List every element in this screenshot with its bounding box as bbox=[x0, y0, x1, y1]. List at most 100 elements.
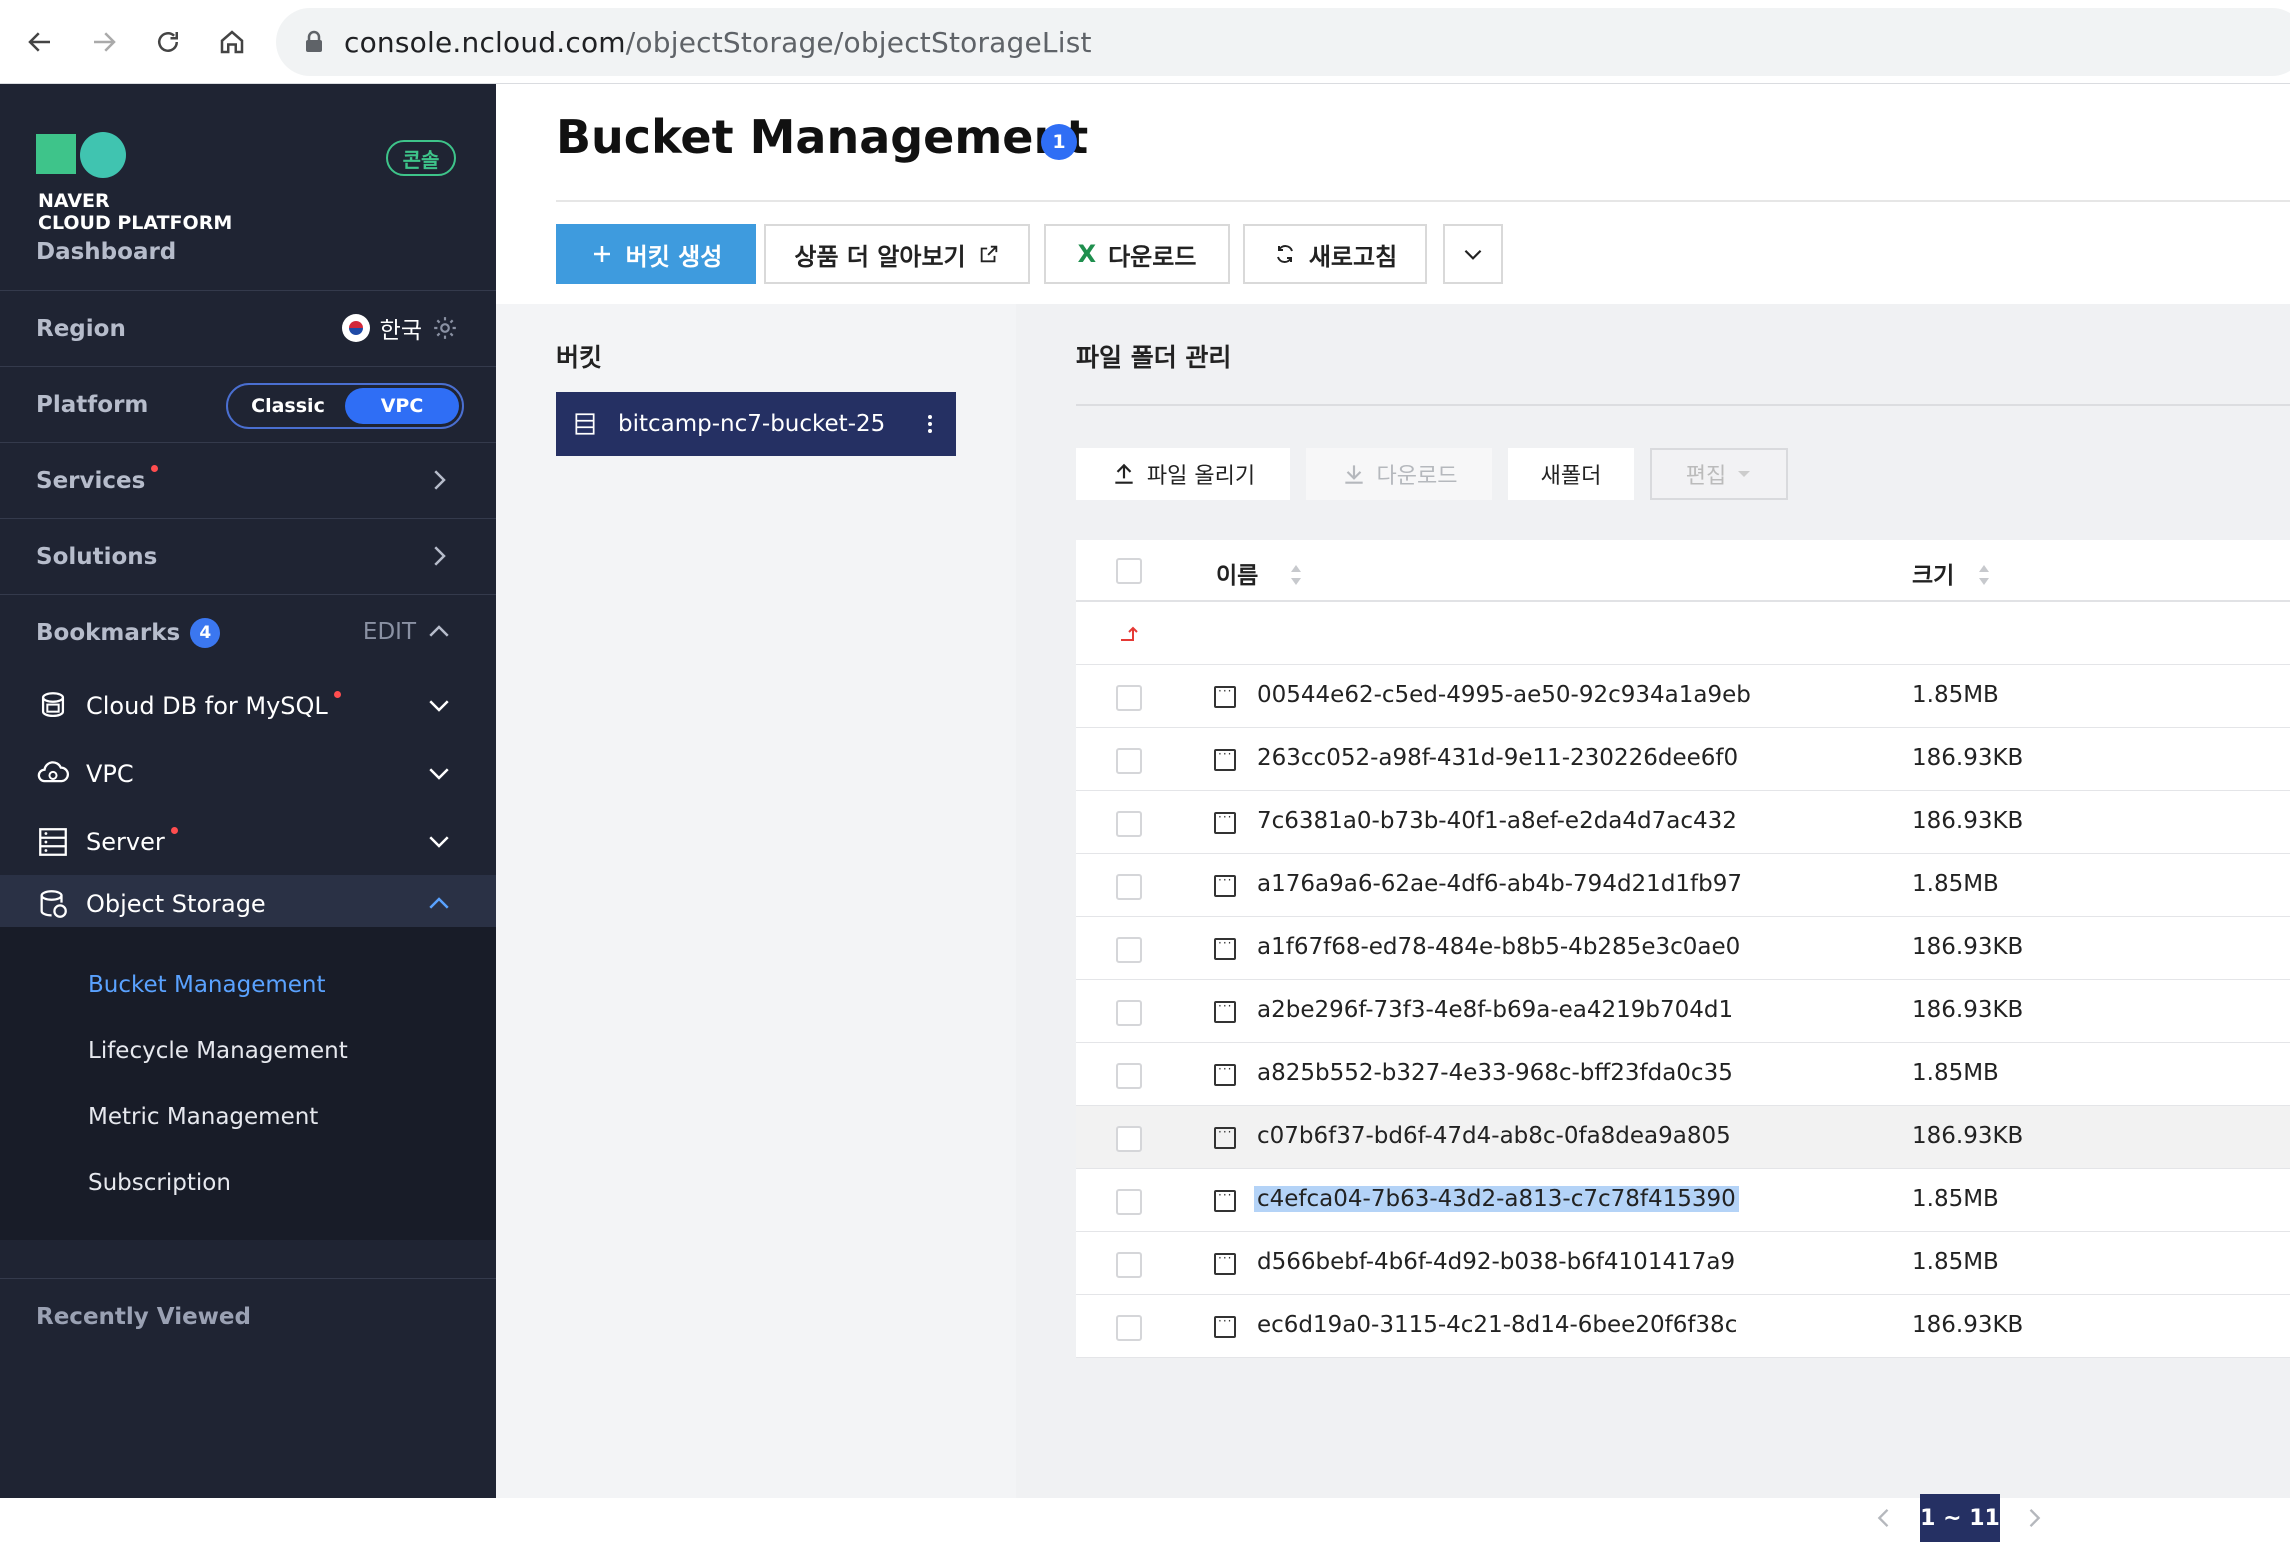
platform-toggle[interactable]: Classic VPC bbox=[226, 383, 464, 429]
file-name[interactable]: a825b552-b327-4e33-968c-bff23fda0c35 bbox=[1254, 1060, 1736, 1086]
refresh-icon bbox=[1276, 245, 1293, 263]
sort-icon[interactable] bbox=[1288, 562, 1304, 588]
refresh-button[interactable]: 새로고침 bbox=[1243, 224, 1427, 284]
kebab-menu-icon[interactable] bbox=[926, 412, 934, 436]
file-name[interactable]: ec6d19a0-3115-4c21-8d14-6bee20f6f38c bbox=[1254, 1312, 1740, 1338]
url-text: console.ncloud.com/objectStorage/objectS… bbox=[344, 26, 1092, 59]
file-name[interactable]: 263cc052-a98f-431d-9e11-230226dee6f0 bbox=[1254, 745, 1741, 771]
file-size: 186.93KB bbox=[1912, 934, 2024, 960]
bookmarks-edit-link[interactable]: EDIT bbox=[363, 619, 416, 645]
row-checkbox[interactable] bbox=[1116, 811, 1142, 837]
upload-file-button[interactable]: 파일 올리기 bbox=[1076, 448, 1290, 500]
sidebar-item-solutions[interactable]: Solutions bbox=[0, 518, 496, 594]
logo-text-naver: NAVER bbox=[38, 190, 110, 212]
platform-option-classic[interactable]: Classic bbox=[231, 388, 345, 424]
file-icon bbox=[1214, 1125, 1236, 1149]
bookmark-label: Object Storage bbox=[86, 890, 266, 918]
learn-more-button[interactable]: 상품 더 알아보기 bbox=[764, 224, 1030, 284]
chevron-up-icon[interactable] bbox=[424, 617, 454, 647]
file-icon bbox=[1214, 810, 1236, 834]
sidebar-item-bookmarks[interactable]: Bookmarks 4 EDIT bbox=[0, 594, 496, 670]
bookmark-item-server[interactable]: Server bbox=[0, 808, 496, 876]
sort-icon[interactable] bbox=[1976, 562, 1992, 588]
region-selector[interactable]: 한국 bbox=[341, 311, 458, 345]
bookmark-item-vpc[interactable]: VPC bbox=[0, 740, 496, 808]
table-row[interactable]: a1f67f68-ed78-484e-b8b5-4b285e3c0ae0 186.… bbox=[1076, 917, 2290, 980]
select-all-checkbox[interactable] bbox=[1116, 558, 1142, 584]
bookmark-item-cloud-db-mysql[interactable]: Cloud DB for MySQL bbox=[0, 672, 496, 740]
table-row[interactable]: c4efca04-7b63-43d2-a813-c7c78f415390 1.85… bbox=[1076, 1169, 2290, 1232]
bookmarks-count-badge: 4 bbox=[190, 617, 221, 648]
table-row[interactable]: ec6d19a0-3115-4c21-8d14-6bee20f6f38c 186.… bbox=[1076, 1295, 2290, 1358]
chevron-up-icon bbox=[429, 897, 449, 909]
submenu-metric-management[interactable]: Metric Management bbox=[88, 1104, 318, 1130]
table-row[interactable]: 00544e62-c5ed-4995-ae50-92c934a1a9eb 1.85… bbox=[1076, 665, 2290, 728]
submenu-lifecycle-management[interactable]: Lifecycle Management bbox=[88, 1038, 348, 1064]
edit-dropdown-button[interactable]: 편집 bbox=[1650, 448, 1788, 500]
home-button[interactable] bbox=[208, 18, 256, 66]
table-row[interactable]: d566bebf-4b6f-4d92-b038-b6f4101417a9 1.85… bbox=[1076, 1232, 2290, 1295]
row-checkbox[interactable] bbox=[1116, 1189, 1142, 1215]
back-button[interactable] bbox=[16, 18, 64, 66]
table-row[interactable]: a2be296f-73f3-4e8f-b69a-ea4219b704d1 186.… bbox=[1076, 980, 2290, 1043]
prev-page-icon[interactable] bbox=[1870, 1504, 1898, 1532]
more-options-button[interactable] bbox=[1443, 224, 1503, 284]
file-name[interactable]: c07b6f37-bd6f-47d4-ab8c-0fa8dea9a805 bbox=[1254, 1123, 1734, 1149]
reload-button[interactable] bbox=[144, 18, 192, 66]
bucket-panel: 버킷 bitcamp-nc7-bucket-25 bbox=[496, 304, 1016, 1498]
row-checkbox[interactable] bbox=[1116, 1126, 1142, 1152]
caret-down-icon bbox=[1738, 471, 1751, 477]
server-icon bbox=[39, 828, 67, 856]
row-checkbox[interactable] bbox=[1116, 748, 1142, 774]
bookmark-label: VPC bbox=[86, 760, 134, 788]
parent-folder-row[interactable] bbox=[1076, 602, 2290, 665]
file-name[interactable]: a1f67f68-ed78-484e-b8b5-4b285e3c0ae0 bbox=[1254, 934, 1743, 960]
file-name[interactable]: a2be296f-73f3-4e8f-b69a-ea4219b704d1 bbox=[1254, 997, 1736, 1023]
submenu-subscription[interactable]: Subscription bbox=[88, 1170, 231, 1196]
platform-option-vpc[interactable]: VPC bbox=[345, 388, 459, 424]
bucket-list-item[interactable]: bitcamp-nc7-bucket-25 bbox=[556, 392, 956, 456]
bookmark-item-object-storage[interactable]: Object Storage bbox=[0, 875, 496, 933]
table-row[interactable]: 263cc052-a98f-431d-9e11-230226dee6f0 186.… bbox=[1076, 728, 2290, 791]
sidebar-item-recently-viewed[interactable]: Recently Viewed bbox=[0, 1278, 496, 1354]
file-size: 186.93KB bbox=[1912, 745, 2024, 771]
table-row[interactable]: a825b552-b327-4e33-968c-bff23fda0c35 1.85… bbox=[1076, 1043, 2290, 1106]
table-row[interactable]: 7c6381a0-b73b-40f1-a8ef-e2da4d7ac432 186.… bbox=[1076, 791, 2290, 854]
column-header-name[interactable]: 이름 bbox=[1216, 556, 1258, 590]
file-name[interactable]: 7c6381a0-b73b-40f1-a8ef-e2da4d7ac432 bbox=[1254, 808, 1740, 834]
sidebar: NAVER CLOUD PLATFORM 콘솔 Dashboard Region… bbox=[0, 84, 496, 1498]
table-row[interactable]: c07b6f37-bd6f-47d4-ab8c-0fa8dea9a805 186.… bbox=[1076, 1106, 2290, 1169]
file-name[interactable]: c4efca04-7b63-43d2-a813-c7c78f415390 bbox=[1254, 1186, 1739, 1212]
download-file-button[interactable]: 다운로드 bbox=[1306, 448, 1492, 500]
create-bucket-label: 버킷 생성 bbox=[625, 242, 723, 271]
file-panel: 파일 폴더 관리 파일 올리기 다운로드 새폴더 편집 이름 크기 ··· 00… bbox=[1016, 304, 2290, 1542]
table-row[interactable]: a176a9a6-62ae-4df6-ab4b-794d21d1fb97 1.85… bbox=[1076, 854, 2290, 917]
row-checkbox[interactable] bbox=[1116, 685, 1142, 711]
new-folder-button[interactable]: 새폴더 bbox=[1508, 448, 1634, 500]
refresh-label: 새로고침 bbox=[1308, 242, 1398, 271]
row-checkbox[interactable] bbox=[1116, 874, 1142, 900]
sidebar-item-dashboard[interactable]: Dashboard bbox=[0, 214, 496, 290]
row-checkbox[interactable] bbox=[1116, 1315, 1142, 1341]
file-name[interactable]: d566bebf-4b6f-4d92-b038-b6f4101417a9 bbox=[1254, 1249, 1738, 1275]
file-size: 1.85MB bbox=[1912, 1186, 1999, 1212]
row-checkbox[interactable] bbox=[1116, 937, 1142, 963]
row-checkbox[interactable] bbox=[1116, 1252, 1142, 1278]
excel-download-button[interactable]: X 다운로드 bbox=[1044, 224, 1230, 284]
console-badge[interactable]: 콘솔 bbox=[386, 140, 456, 176]
address-bar[interactable]: console.ncloud.com/objectStorage/objectS… bbox=[276, 8, 2290, 76]
forward-button[interactable] bbox=[80, 18, 128, 66]
submenu-bucket-management[interactable]: Bucket Management bbox=[88, 972, 326, 998]
row-checkbox[interactable] bbox=[1116, 1000, 1142, 1026]
file-size: 1.85MB bbox=[1912, 682, 1999, 708]
gear-icon[interactable] bbox=[432, 315, 458, 341]
row-checkbox[interactable] bbox=[1116, 1063, 1142, 1089]
file-name[interactable]: a176a9a6-62ae-4df6-ab4b-794d21d1fb97 bbox=[1254, 871, 1745, 897]
file-icon bbox=[1214, 999, 1236, 1023]
page-range[interactable]: 1 ~ 11 bbox=[1920, 1494, 2000, 1542]
next-page-icon[interactable] bbox=[2020, 1504, 2048, 1532]
file-name[interactable]: 00544e62-c5ed-4995-ae50-92c934a1a9eb bbox=[1254, 682, 1754, 708]
create-bucket-button[interactable]: 버킷 생성 bbox=[556, 224, 756, 284]
sidebar-item-services[interactable]: Services bbox=[0, 442, 496, 518]
column-header-size[interactable]: 크기 bbox=[1912, 556, 1954, 590]
